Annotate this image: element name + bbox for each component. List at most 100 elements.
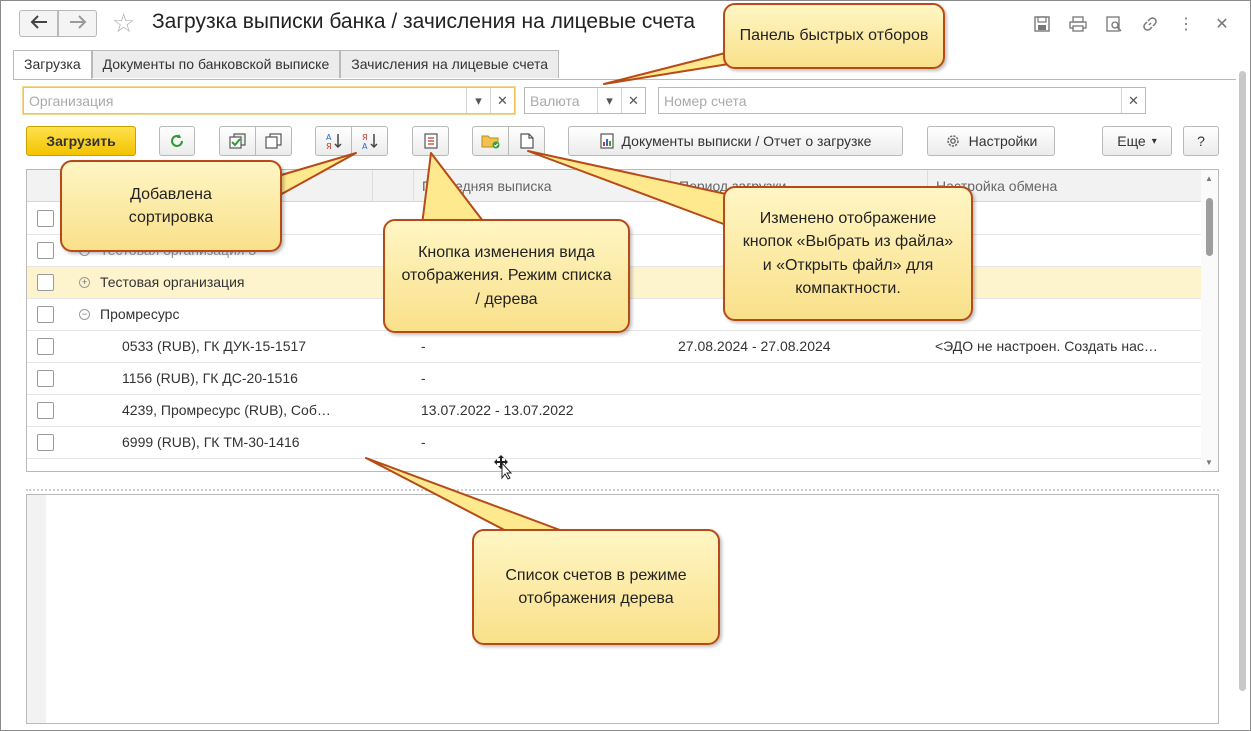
table-row[interactable]: 1156 (RUB), ГК ДС-20-1516 -: [27, 363, 1201, 395]
tab-personal-accounts[interactable]: Зачисления на лицевые счета: [340, 50, 559, 78]
cell-bank-account: 4239, Промресурс (RUB), Соб…: [122, 402, 331, 418]
uncheck-all-button[interactable]: [255, 126, 292, 156]
report-chart-icon: [599, 133, 614, 149]
organization-filter[interactable]: Организация ▾ ✕: [23, 87, 515, 114]
file-icon: [519, 133, 534, 149]
clear-icon[interactable]: ✕: [490, 88, 514, 113]
svg-text:Я: Я: [326, 142, 332, 151]
tab-statement-documents[interactable]: Документы по банковской выписке: [91, 50, 341, 78]
gear-icon: [945, 133, 961, 149]
tabs-divider: [13, 79, 1236, 80]
callout-view-mode: Кнопка изменения вида отображения. Режим…: [383, 219, 630, 333]
row-checkbox[interactable]: [37, 306, 54, 323]
tab-load[interactable]: Загрузка: [13, 50, 92, 80]
folder-icon: [481, 133, 501, 149]
row-checkbox[interactable]: [37, 274, 54, 291]
organization-placeholder: Организация: [29, 93, 114, 109]
expand-icon[interactable]: +: [79, 277, 90, 288]
statement-documents-report-button[interactable]: Документы выписки / Отчет о загрузке: [568, 126, 903, 156]
window-scroll-thumb[interactable]: [1239, 71, 1246, 691]
forward-button[interactable]: [58, 10, 97, 37]
row-checkbox[interactable]: [37, 210, 54, 227]
settings-button[interactable]: Настройки: [927, 126, 1055, 156]
callout-file-buttons: Изменено отображение кнопок «Выбрать из …: [723, 186, 973, 321]
back-button[interactable]: [19, 10, 58, 37]
dropdown-arrow-icon[interactable]: ▾: [466, 88, 490, 113]
favorite-star-icon[interactable]: ☆: [112, 9, 135, 37]
save-icon[interactable]: [1024, 11, 1060, 37]
uncheck-all-icon: [264, 133, 283, 149]
account-number-filter[interactable]: Номер счета ✕: [658, 87, 1146, 114]
scroll-up-icon[interactable]: ▲: [1205, 174, 1213, 183]
close-icon[interactable]: ✕: [1204, 11, 1240, 37]
cell-exchange-settings[interactable]: <ЭДО не настроен. Создать нас…: [935, 331, 1197, 362]
clear-icon[interactable]: ✕: [1121, 88, 1145, 113]
table-row[interactable]: 0533 (RUB), ГК ДУК-15-1517 - 27.08.2024 - …: [27, 331, 1201, 363]
chevron-down-icon: ▾: [1151, 135, 1157, 147]
check-all-button[interactable]: [219, 126, 256, 156]
collapse-icon[interactable]: −: [79, 309, 90, 320]
arrow-left-icon: [30, 15, 48, 32]
row-checkbox[interactable]: [37, 370, 54, 387]
sort-descending-icon: ЯА: [360, 131, 380, 151]
cell-last-statement: -: [421, 434, 426, 450]
scroll-down-icon[interactable]: ▼: [1205, 458, 1213, 467]
page-title: Загрузка выписки банка / зачисления на л…: [152, 10, 696, 33]
view-mode-button[interactable]: [412, 126, 449, 156]
detail-gutter: [27, 495, 46, 723]
currency-filter[interactable]: Валюта ▾ ✕: [524, 87, 646, 114]
sort-ascending-icon: АЯ: [324, 131, 344, 151]
row-checkbox[interactable]: [37, 402, 54, 419]
move-cursor-icon: [493, 454, 513, 483]
link-icon[interactable]: [1132, 11, 1168, 37]
table-scrollbar[interactable]: ▲ ▼: [1201, 170, 1218, 471]
cell-last-statement: 13.07.2022 - 13.07.2022: [421, 402, 574, 418]
refresh-icon: [169, 133, 185, 149]
cell-bank-account: Тестовая организация: [100, 274, 245, 290]
arrow-right-icon: [69, 15, 87, 32]
cell-bank-account: Промресурс: [100, 306, 180, 322]
open-file-button[interactable]: [508, 126, 545, 156]
table-row[interactable]: 6999 (RUB), ГК ТМ-30-1416 -: [27, 427, 1201, 459]
currency-placeholder: Валюта: [530, 93, 580, 109]
sort-descending-button[interactable]: ЯА: [351, 126, 388, 156]
more-vertical-icon[interactable]: ⋮: [1168, 11, 1204, 37]
window-scrollbar[interactable]: [1238, 61, 1247, 711]
list-view-icon: [423, 133, 438, 149]
callout-tree-list: Список счетов в режиме отображения дерев…: [472, 529, 720, 645]
cell-bank-account: 1156 (RUB), ГК ДС-20-1516: [122, 370, 298, 386]
cell-load-period: 27.08.2024 - 27.08.2024: [678, 338, 831, 354]
svg-text:А: А: [326, 133, 332, 142]
more-button[interactable]: Еще ▾: [1102, 126, 1172, 156]
load-button[interactable]: Загрузить: [26, 126, 136, 156]
preview-icon[interactable]: [1096, 11, 1132, 37]
sort-ascending-button[interactable]: АЯ: [315, 126, 352, 156]
scroll-thumb[interactable]: [1206, 198, 1213, 256]
callout-sorting: Добавлена сортировка: [60, 160, 282, 252]
row-checkbox[interactable]: [37, 434, 54, 451]
app-window: ☆ Загрузка выписки банка / зачисления на…: [0, 0, 1251, 731]
select-from-file-button[interactable]: [472, 126, 509, 156]
statement-documents-report-label: Документы выписки / Отчет о загрузке: [621, 133, 872, 149]
clear-icon[interactable]: ✕: [621, 88, 645, 113]
table-row[interactable]: 4239, Промресурс (RUB), Соб… 13.07.2022 -…: [27, 395, 1201, 427]
help-button[interactable]: ?: [1183, 126, 1219, 156]
cell-last-statement: -: [421, 370, 426, 386]
cell-bank-account: 0533 (RUB), ГК ДУК-15-1517: [122, 338, 307, 354]
panel-splitter[interactable]: [26, 489, 1219, 491]
row-checkbox[interactable]: [37, 338, 54, 355]
row-checkbox[interactable]: [37, 242, 54, 259]
header-toolbar: ⋮ ✕: [1024, 11, 1240, 37]
check-all-icon: [228, 133, 247, 149]
callout-quick-filters: Панель быстрых отборов: [723, 3, 945, 69]
print-icon[interactable]: [1060, 11, 1096, 37]
column-last-statement[interactable]: Последняя выписка: [413, 170, 670, 202]
cell-bank-account: 6999 (RUB), ГК ТМ-30-1416: [122, 434, 300, 450]
svg-text:Я: Я: [362, 133, 368, 142]
tab-bar: Загрузка Документы по банковской выписке…: [13, 50, 559, 80]
cell-last-statement: -: [421, 338, 426, 354]
refresh-button[interactable]: [159, 126, 195, 156]
dropdown-arrow-icon[interactable]: ▾: [597, 88, 621, 113]
more-label: Еще: [1117, 133, 1146, 149]
account-number-placeholder: Номер счета: [664, 93, 747, 109]
